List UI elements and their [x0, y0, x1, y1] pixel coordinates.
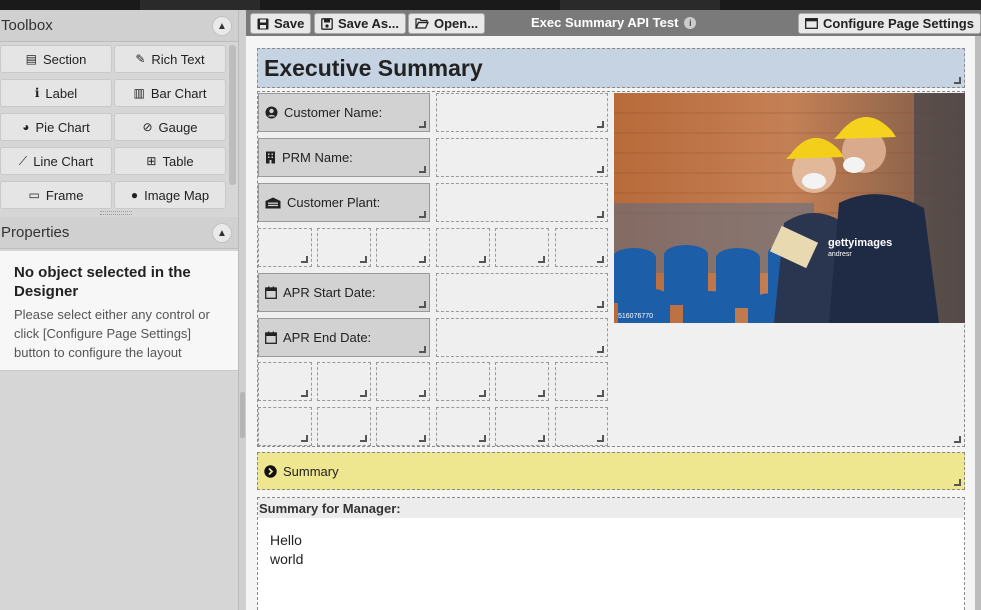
- grid-cell[interactable]: [495, 407, 549, 446]
- grid-cell[interactable]: [495, 228, 549, 267]
- tool-pie-chart[interactable]: ◕ Pie Chart: [0, 113, 112, 141]
- grid-cell[interactable]: [555, 362, 608, 401]
- window-icon: [805, 18, 818, 29]
- executive-summary-title[interactable]: Executive Summary: [257, 48, 965, 88]
- apr-end-date-value[interactable]: [436, 318, 608, 357]
- map-pin-icon: ●: [130, 188, 139, 202]
- grid-cell[interactable]: [317, 228, 371, 267]
- gauge-icon: ⊘: [142, 120, 153, 134]
- tool-rich-text[interactable]: ✎ Rich Text: [114, 45, 226, 73]
- left-panel: Toolbox ▲ ▤ Section ✎ Rich Text i Label ▥ Ba…: [0, 10, 238, 610]
- customer-plant-label[interactable]: Customer Plant:: [258, 183, 430, 222]
- chevron-up-icon[interactable]: ▲: [212, 16, 232, 36]
- save-icon: [257, 18, 269, 29]
- grid-cell[interactable]: [376, 407, 430, 446]
- save-button[interactable]: Save: [250, 13, 312, 34]
- chevron-circle-right-icon: [264, 464, 277, 478]
- info-icon[interactable]: i: [684, 16, 697, 29]
- prm-name-label[interactable]: PRM Name:: [258, 138, 430, 177]
- properties-title: Properties: [1, 224, 70, 241]
- tool-gauge[interactable]: ⊘ Gauge: [114, 113, 226, 141]
- grid-cell[interactable]: [258, 362, 312, 401]
- prm-name-value[interactable]: [436, 138, 608, 177]
- line-chart-icon: ⟋: [18, 153, 28, 168]
- configure-page-settings-button[interactable]: Configure Page Settings: [798, 13, 981, 34]
- info-icon: i: [34, 86, 40, 100]
- image-id: 516076770: [618, 313, 653, 320]
- grid-cell[interactable]: [436, 362, 490, 401]
- tool-frame[interactable]: ▭ Frame: [0, 181, 112, 209]
- summary-section-header[interactable]: Summary: [257, 452, 965, 490]
- tool-label[interactable]: i Label: [0, 79, 112, 107]
- warehouse-icon: [265, 197, 281, 208]
- customer-name-value[interactable]: [436, 93, 608, 132]
- grid-cell[interactable]: [376, 228, 430, 267]
- apr-start-date-label[interactable]: APR Start Date:: [258, 273, 430, 312]
- summary-for-manager-box[interactable]: Summary for Manager: Hello world: [257, 497, 965, 610]
- image-watermark: gettyimages: [828, 237, 892, 249]
- calendar-icon: [265, 286, 277, 299]
- tool-bar-chart[interactable]: ▥ Bar Chart: [114, 79, 226, 107]
- grid-cell[interactable]: [376, 362, 430, 401]
- customer-name-label[interactable]: Customer Name:: [258, 93, 430, 132]
- folder-open-icon: [415, 18, 429, 29]
- grid-cell[interactable]: [258, 407, 312, 446]
- grid-cell[interactable]: [495, 362, 549, 401]
- bar-chart-icon: ▥: [133, 86, 145, 100]
- open-button[interactable]: Open...: [408, 13, 486, 34]
- tool-table[interactable]: ⊞ Table: [114, 147, 226, 175]
- properties-heading: No object selected in the Designer: [14, 264, 191, 300]
- splitter-grip[interactable]: [240, 392, 245, 438]
- properties-body: No object selected in the Designer Pleas…: [0, 251, 238, 371]
- panel-splitter[interactable]: [238, 10, 246, 610]
- save-as-icon: [321, 17, 333, 30]
- grid-cell[interactable]: [258, 228, 312, 267]
- section-icon: ▤: [25, 52, 37, 66]
- summary-for-manager-label: Summary for Manager:: [258, 498, 964, 518]
- grid-cell[interactable]: [555, 407, 608, 446]
- tool-image-map[interactable]: ● Image Map: [114, 181, 226, 209]
- brush-icon: ✎: [135, 52, 146, 66]
- document-title: Exec Summary API Test i: [531, 15, 697, 30]
- properties-hint: Please select either any control or clic…: [14, 307, 210, 360]
- canvas-scrollbar[interactable]: [975, 36, 981, 610]
- grid-cell[interactable]: [317, 407, 371, 446]
- grid-cell[interactable]: [436, 228, 490, 267]
- apr-end-date-label[interactable]: APR End Date:: [258, 318, 430, 357]
- customer-plant-value[interactable]: [436, 183, 608, 222]
- toolbox-scrollbar[interactable]: [229, 45, 236, 185]
- tool-section[interactable]: ▤ Section: [0, 45, 112, 73]
- table-icon: ⊞: [146, 154, 157, 168]
- pie-chart-icon: ◕: [22, 120, 30, 134]
- properties-header[interactable]: Properties ▲: [0, 217, 238, 249]
- building-icon: [266, 151, 275, 164]
- grid-cell[interactable]: [436, 407, 490, 446]
- apr-start-date-value[interactable]: [436, 273, 608, 312]
- grid-cell[interactable]: [555, 228, 608, 267]
- grid-cell[interactable]: [317, 362, 371, 401]
- workers-photo-graphic: gettyimages andresr 516076770: [614, 93, 965, 323]
- frame-icon: ▭: [28, 188, 40, 202]
- workers-photo[interactable]: gettyimages andresr 516076770: [614, 93, 965, 323]
- panel-resize-handle[interactable]: [100, 211, 132, 215]
- summary-for-manager-text[interactable]: Hello world: [270, 531, 303, 569]
- chevron-up-icon[interactable]: ▲: [212, 223, 232, 243]
- designer-toolbar: Save Save As... Open... Exec Summary API…: [246, 10, 981, 36]
- user-circle-icon: [265, 106, 278, 119]
- toolbox-body: ▤ Section ✎ Rich Text i Label ▥ Bar Chart ◕ P…: [0, 43, 238, 213]
- tool-line-chart[interactable]: ⟋ Line Chart: [0, 147, 112, 175]
- calendar-icon: [265, 331, 277, 344]
- image-credit: andresr: [828, 251, 852, 258]
- toolbox-title: Toolbox: [1, 17, 53, 34]
- browser-top-strip: [0, 0, 981, 10]
- save-as-button[interactable]: Save As...: [314, 13, 406, 34]
- toolbox-header[interactable]: Toolbox ▲: [0, 10, 238, 42]
